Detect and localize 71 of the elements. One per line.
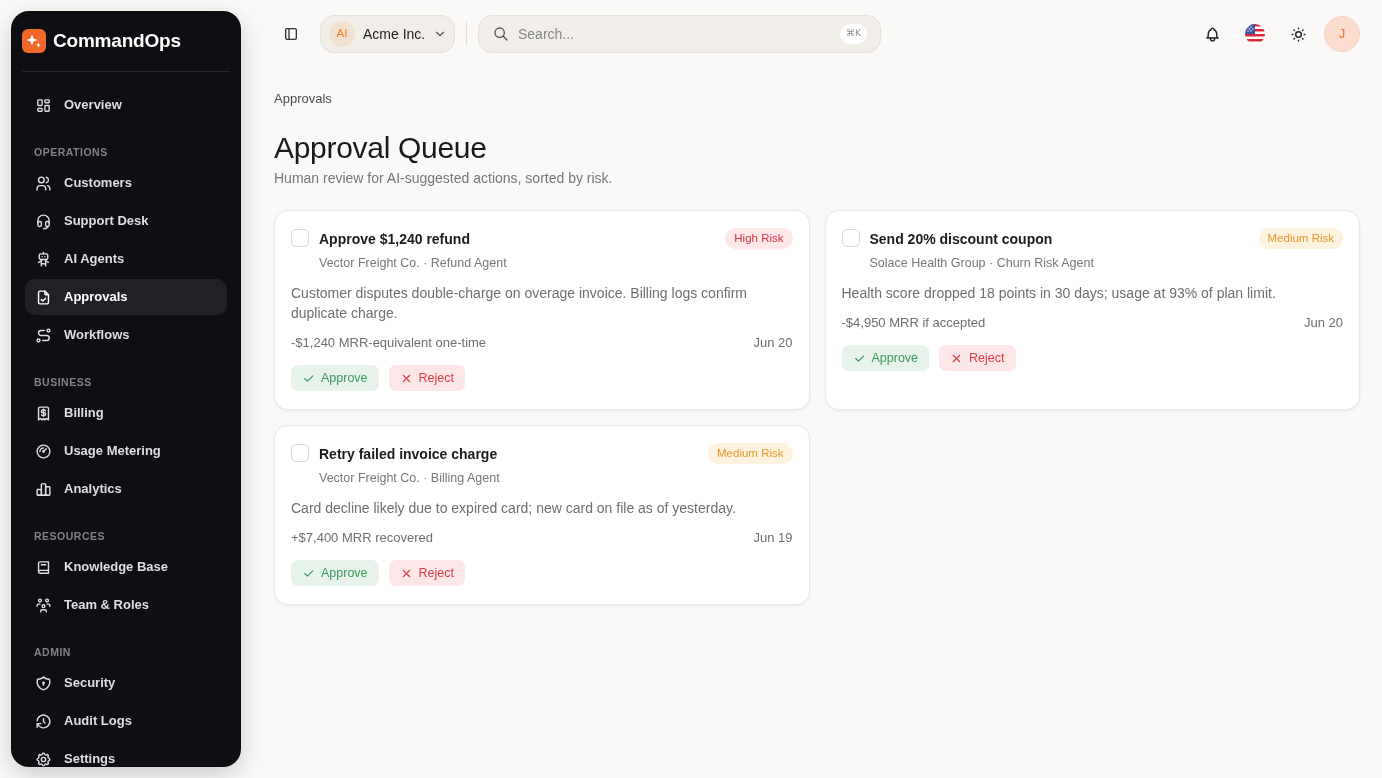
gauge-icon xyxy=(35,442,52,460)
page-subtitle: Human review for AI-suggested actions, sorted by risk. xyxy=(274,169,613,188)
risk-badge: Medium Risk xyxy=(1258,228,1343,249)
flag-icon xyxy=(1245,24,1265,44)
shield-icon xyxy=(35,674,52,692)
shortcut-hint: ⌘K xyxy=(840,24,867,44)
logo-icon xyxy=(22,29,46,53)
reject-button[interactable]: Reject xyxy=(388,365,465,391)
nav-item[interactable]: Knowledge Base xyxy=(25,549,227,585)
approval-date: Jun 19 xyxy=(753,529,793,547)
sidebar-panel-icon xyxy=(283,26,299,42)
book-icon xyxy=(35,558,52,576)
users-icon xyxy=(35,174,52,192)
org-avatar: AI xyxy=(329,21,355,47)
approval-date: Jun 20 xyxy=(753,334,793,352)
robot-icon xyxy=(35,250,52,268)
risk-badge: High Risk xyxy=(725,228,793,249)
nav-item[interactable]: AI Agents xyxy=(25,241,227,277)
search-input[interactable]: Search... xyxy=(518,22,832,46)
receipt-icon xyxy=(35,404,52,422)
nav-item[interactable]: Overview xyxy=(25,87,227,123)
approval-description: Customer disputes double-charge on overage invoice. Billing logs confirm duplicate charge. xyxy=(291,284,749,323)
approval-meta: Vector Freight Co. · Refund Agent xyxy=(319,255,507,272)
approval-description: Health score dropped 18 points in 30 days; usage at 93% of plan limit. xyxy=(841,284,1277,303)
section-heading: OPERATIONS xyxy=(34,145,108,159)
history-icon xyxy=(35,712,52,730)
approval-meta: Solace Health Group · Churn Risk Agent xyxy=(869,255,1094,272)
approval-date: Jun 20 xyxy=(1303,314,1343,332)
approval-title: Send 20% discount coupon xyxy=(869,229,1053,249)
reject-button[interactable]: Reject xyxy=(388,560,465,586)
impact-text: +$7,400 MRR recovered xyxy=(291,529,433,547)
risk-badge: Medium Risk xyxy=(708,443,793,464)
nav-item[interactable]: Settings xyxy=(25,741,227,767)
nav-item[interactable]: Billing xyxy=(25,395,227,431)
nav-item[interactable]: Approvals xyxy=(25,279,227,315)
users-group-icon xyxy=(35,596,52,614)
reject-button[interactable]: Reject xyxy=(939,345,1016,371)
bar-chart-icon xyxy=(35,480,52,498)
approval-meta: Vector Freight Co. · Billing Agent xyxy=(319,470,500,487)
section-heading: ADMIN xyxy=(34,645,71,659)
nav-item[interactable]: Support Desk xyxy=(25,203,227,239)
headset-icon xyxy=(35,212,52,230)
nav-item[interactable]: Audit Logs xyxy=(25,703,227,739)
nav-item[interactable]: Usage Metering xyxy=(25,433,227,469)
org-switcher[interactable]: AI Acme Inc. xyxy=(320,15,455,53)
impact-text: -$4,950 MRR if accepted xyxy=(841,314,986,332)
bell-icon xyxy=(1203,25,1221,43)
breadcrumb: Approvals xyxy=(274,90,332,108)
approval-title: Approve $1,240 refund xyxy=(319,229,470,249)
search-icon xyxy=(493,26,509,42)
checkbox[interactable] xyxy=(841,229,860,247)
approval-description: Card decline likely due to expired card; new card on file as of yesterday. xyxy=(291,499,737,518)
page-title: Approval Queue xyxy=(274,130,487,166)
checkbox[interactable] xyxy=(291,444,309,462)
nav-item[interactable]: Security xyxy=(25,665,227,701)
dashboard-icon xyxy=(35,96,52,114)
nav-item[interactable]: Team & Roles xyxy=(25,587,227,623)
nav-item[interactable]: Customers xyxy=(25,165,227,201)
file-check-icon xyxy=(35,288,52,306)
settings-icon xyxy=(35,750,52,767)
brand-name: CommandOps xyxy=(53,28,181,53)
search-field[interactable]: Search... ⌘K xyxy=(478,15,881,53)
approval-title: Retry failed invoice charge xyxy=(319,444,498,464)
nav-item[interactable]: Analytics xyxy=(25,471,227,507)
section-heading: RESOURCES xyxy=(34,529,105,543)
section-heading: BUSINESS xyxy=(34,375,92,389)
impact-text: -$1,240 MRR-equivalent one-time xyxy=(291,334,487,352)
sun-icon xyxy=(1289,25,1307,43)
route-icon xyxy=(35,326,52,344)
nav-item[interactable]: Workflows xyxy=(25,317,227,353)
checkbox[interactable] xyxy=(291,229,309,247)
